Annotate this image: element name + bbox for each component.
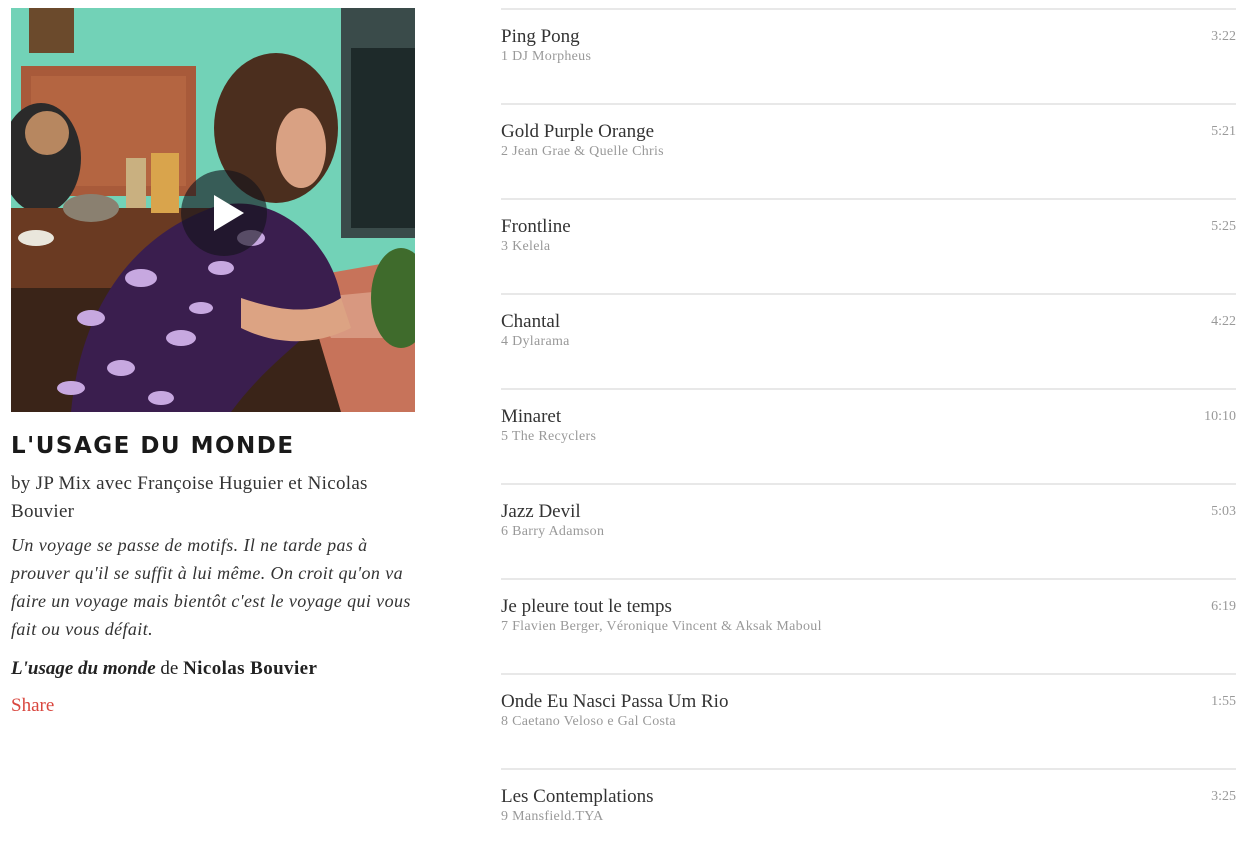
- track-row[interactable]: Je pleure tout le temps 7 Flavien Berger…: [501, 578, 1236, 673]
- track-duration: 6:19: [1211, 599, 1236, 614]
- track-row[interactable]: Ping Pong 1 DJ Morpheus 3:22: [501, 8, 1236, 103]
- track-title: Ping Pong: [501, 26, 580, 47]
- track-artist: 5 The Recyclers: [501, 429, 597, 444]
- mix-panel: L'USAGE DU MONDE by JP Mix avec François…: [11, 8, 415, 717]
- track-artist: 3 Kelela: [501, 239, 551, 254]
- credit-book-title: L'usage du monde: [11, 658, 156, 679]
- track-duration: 5:25: [1211, 219, 1236, 234]
- cover-image[interactable]: [11, 8, 415, 412]
- track-row[interactable]: Frontline 3 Kelela 5:25: [501, 198, 1236, 293]
- track-duration: 10:10: [1204, 409, 1236, 424]
- track-title: Chantal: [501, 311, 561, 332]
- track-title: Gold Purple Orange: [501, 121, 655, 142]
- credit-author: Nicolas Bouvier: [183, 658, 318, 679]
- track-title: Je pleure tout le temps: [501, 596, 672, 617]
- book-credit: L'usage du monde de Nicolas Bouvier: [11, 655, 415, 683]
- track-row[interactable]: Les Contemplations 9 Mansfield.TYA 3:25: [501, 768, 1236, 863]
- track-duration: 3:25: [1211, 789, 1236, 804]
- track-duration: 1:55: [1211, 694, 1236, 709]
- track-title: Onde Eu Nasci Passa Um Rio: [501, 691, 729, 712]
- track-duration: 3:22: [1211, 29, 1236, 44]
- track-artist: 4 Dylarama: [501, 334, 570, 349]
- mix-title: L'USAGE DU MONDE: [11, 433, 295, 459]
- track-artist: 9 Mansfield.TYA: [501, 809, 604, 824]
- share-link[interactable]: Share: [11, 695, 54, 717]
- track-row[interactable]: Minaret 5 The Recyclers 10:10: [501, 388, 1236, 483]
- track-row[interactable]: Jazz Devil 6 Barry Adamson 5:03: [501, 483, 1236, 578]
- track-artist: 1 DJ Morpheus: [501, 49, 592, 64]
- mix-byline: by JP Mix avec Françoise Huguier et Nico…: [11, 473, 368, 522]
- play-button[interactable]: [181, 170, 267, 256]
- track-title: Les Contemplations: [501, 786, 654, 807]
- play-icon: [214, 195, 244, 231]
- track-artist: 2 Jean Grae & Quelle Chris: [501, 144, 664, 159]
- track-row[interactable]: Gold Purple Orange 2 Jean Grae & Quelle …: [501, 103, 1236, 198]
- track-duration: 5:03: [1211, 504, 1236, 519]
- track-row[interactable]: Chantal 4 Dylarama 4:22: [501, 293, 1236, 388]
- track-title: Frontline: [501, 216, 571, 237]
- track-row[interactable]: Onde Eu Nasci Passa Um Rio 8 Caetano Vel…: [501, 673, 1236, 768]
- credit-de: de: [160, 658, 179, 679]
- track-artist: 7 Flavien Berger, Véronique Vincent & Ak…: [501, 619, 822, 634]
- track-duration: 4:22: [1211, 314, 1236, 329]
- tracklist: Ping Pong 1 DJ Morpheus 3:22 Gold Purple…: [501, 8, 1236, 863]
- track-duration: 5:21: [1211, 124, 1236, 139]
- track-title: Jazz Devil: [501, 501, 581, 522]
- mix-description: Un voyage se passe de motifs. Il ne tard…: [11, 535, 411, 639]
- track-artist: 8 Caetano Veloso e Gal Costa: [501, 714, 676, 729]
- track-title: Minaret: [501, 406, 562, 427]
- track-artist: 6 Barry Adamson: [501, 524, 605, 539]
